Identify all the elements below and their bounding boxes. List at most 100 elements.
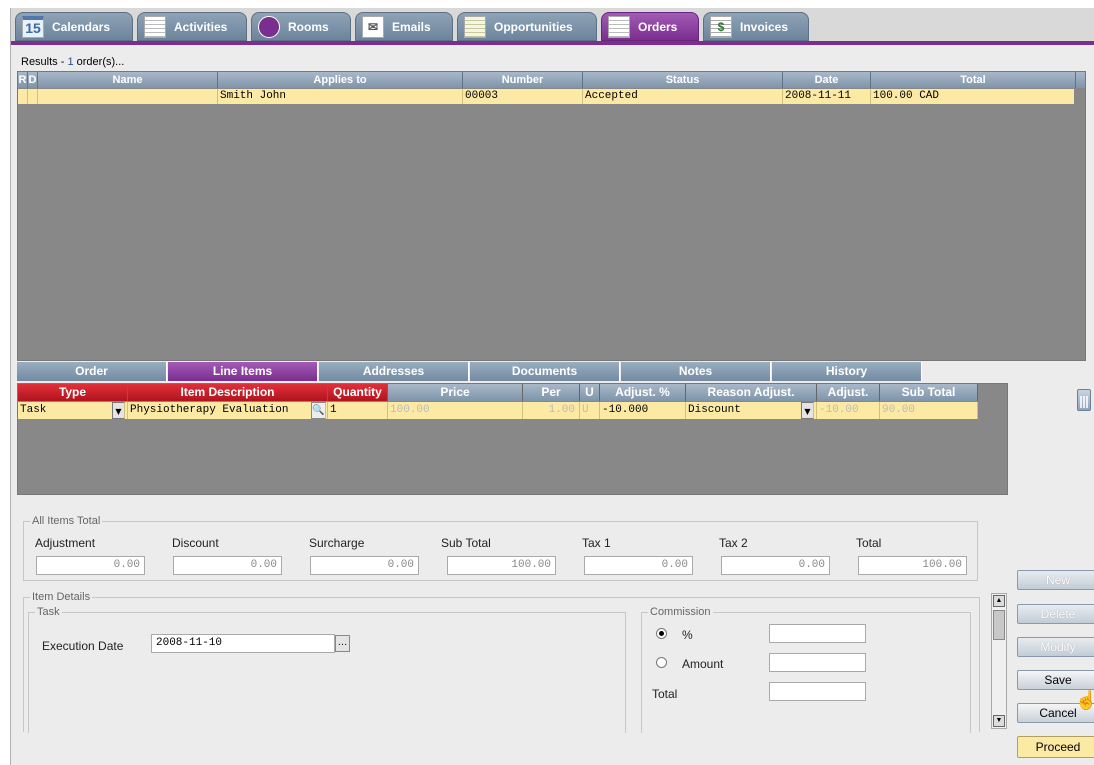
col-u[interactable]: U bbox=[580, 384, 600, 401]
tab-emails[interactable]: ✉ Emails bbox=[355, 12, 453, 41]
col-d[interactable]: D bbox=[28, 72, 38, 88]
sub-total-field: 100.00 bbox=[447, 556, 556, 575]
results-suffix: order(s)... bbox=[76, 56, 125, 68]
proceed-button[interactable]: Proceed bbox=[1017, 736, 1094, 758]
tab-documents[interactable]: Documents bbox=[470, 362, 620, 381]
col-per[interactable]: Per bbox=[523, 384, 580, 401]
cell-name bbox=[38, 89, 218, 104]
col-total[interactable]: Total bbox=[871, 72, 1076, 88]
tab-notes[interactable]: Notes bbox=[621, 362, 771, 381]
task-legend: Task bbox=[35, 606, 62, 618]
col-date[interactable]: Date bbox=[783, 72, 871, 88]
tab-label: Opportunities bbox=[494, 19, 573, 34]
app-window: 15 Calendars Activities Rooms ✉ Emails O… bbox=[10, 8, 1094, 765]
tax1-field: 0.00 bbox=[584, 556, 693, 575]
col-number[interactable]: Number bbox=[463, 72, 583, 88]
cell-total: 100.00 CAD bbox=[871, 89, 1076, 104]
cell-sub-total: 90.00 bbox=[880, 402, 978, 419]
discount-label: Discount bbox=[172, 536, 219, 550]
execution-date-field[interactable]: 2008-11-10 bbox=[151, 634, 335, 653]
cell-r bbox=[18, 89, 28, 104]
item-details-scrollbar[interactable]: ▲ ▼ bbox=[991, 593, 1007, 729]
tab-orders[interactable]: Orders bbox=[601, 12, 699, 41]
tab-invoices[interactable]: $ Invoices bbox=[703, 12, 809, 41]
item-details-group: Item Details Task Execution Date 2008-11… bbox=[23, 591, 980, 733]
item-details-legend: Item Details bbox=[30, 591, 93, 603]
col-quantity[interactable]: Quantity bbox=[328, 384, 388, 401]
date-picker-button[interactable]: … bbox=[335, 635, 350, 652]
modify-button[interactable]: Modify bbox=[1017, 637, 1094, 657]
activities-icon bbox=[144, 15, 166, 38]
save-button[interactable]: Save bbox=[1017, 670, 1094, 690]
commission-percent-radio[interactable] bbox=[656, 628, 667, 639]
tab-order[interactable]: Order bbox=[17, 362, 167, 381]
cell-applies-to: Smith John bbox=[218, 89, 463, 104]
cell-reason-adjust[interactable]: Discount bbox=[686, 402, 817, 419]
tab-label: Orders bbox=[638, 19, 678, 34]
table-row[interactable]: Task ▼ Physiotherapy Evaluation 🔍 1 100.… bbox=[18, 402, 978, 419]
tab-label: Activities bbox=[174, 19, 228, 34]
col-price[interactable]: Price bbox=[388, 384, 523, 401]
commission-amount-field[interactable] bbox=[769, 653, 866, 672]
tab-history[interactable]: History bbox=[772, 362, 922, 381]
results-prefix: Results - bbox=[21, 56, 65, 68]
total-label: Total bbox=[856, 536, 882, 550]
line-items-table: Type Item Description Quantity Price Per… bbox=[17, 383, 1008, 495]
adjustment-field: 0.00 bbox=[36, 556, 145, 575]
cell-date: 2008-11-11 bbox=[783, 89, 871, 104]
col-adjust-pct[interactable]: Adjust. % bbox=[600, 384, 686, 401]
tab-calendars[interactable]: 15 Calendars bbox=[15, 12, 133, 41]
scroll-up-arrow[interactable]: ▲ bbox=[993, 595, 1005, 607]
tab-label: Invoices bbox=[740, 19, 789, 34]
col-status[interactable]: Status bbox=[583, 72, 783, 88]
reason-dropdown-button[interactable]: ▼ bbox=[801, 402, 814, 419]
col-adjust[interactable]: Adjust. bbox=[817, 384, 880, 401]
email-icon: ✉ bbox=[362, 15, 384, 38]
col-name[interactable]: Name bbox=[38, 72, 218, 88]
orders-table-header: R D Name Applies to Number Status Date T… bbox=[18, 72, 1085, 88]
scroll-thumb[interactable] bbox=[993, 610, 1005, 640]
table-row[interactable]: Smith John 00003 Accepted 2008-11-11 100… bbox=[18, 89, 1076, 104]
col-r[interactable]: R bbox=[18, 72, 28, 88]
calculator-icon[interactable] bbox=[1077, 389, 1091, 411]
results-count: Results - 1 order(s)... bbox=[21, 56, 124, 68]
orders-table: R D Name Applies to Number Status Date T… bbox=[17, 71, 1086, 361]
commission-percent-field[interactable] bbox=[769, 624, 866, 643]
col-reason-adjust[interactable]: Reason Adjust. bbox=[686, 384, 817, 401]
commission-total-label: Total bbox=[652, 687, 678, 701]
discount-field: 0.00 bbox=[173, 556, 282, 575]
col-sub-total[interactable]: Sub Total bbox=[880, 384, 978, 401]
results-number: 1 bbox=[67, 56, 74, 68]
cell-d bbox=[28, 89, 38, 104]
col-item-description[interactable]: Item Description bbox=[128, 384, 328, 401]
cell-per: 1.00 bbox=[523, 402, 580, 419]
cell-quantity[interactable]: 1 bbox=[328, 402, 388, 419]
commission-total-field[interactable] bbox=[769, 682, 866, 701]
new-button[interactable]: New bbox=[1017, 570, 1094, 590]
tab-activities[interactable]: Activities bbox=[137, 12, 247, 41]
tax1-label: Tax 1 bbox=[582, 536, 611, 550]
percent-label: % bbox=[682, 628, 693, 642]
commission-amount-radio[interactable] bbox=[656, 657, 667, 668]
search-icon[interactable]: 🔍 bbox=[311, 402, 326, 419]
invoices-icon: $ bbox=[710, 15, 732, 38]
tab-line-items[interactable]: Line Items bbox=[168, 362, 318, 381]
calendar-icon: 15 bbox=[22, 15, 44, 38]
col-type[interactable]: Type bbox=[18, 384, 128, 401]
tab-rooms[interactable]: Rooms bbox=[251, 12, 351, 41]
tab-opportunities[interactable]: Opportunities bbox=[457, 12, 597, 41]
scroll-down-arrow[interactable]: ▼ bbox=[993, 715, 1005, 727]
cell-adjust-pct[interactable]: -10.000 bbox=[600, 402, 686, 419]
type-dropdown-button[interactable]: ▼ bbox=[112, 402, 125, 419]
col-applies-to[interactable]: Applies to bbox=[218, 72, 463, 88]
delete-button[interactable]: Delete bbox=[1017, 604, 1094, 624]
adjustment-label: Adjustment bbox=[35, 536, 96, 550]
amount-label: Amount bbox=[682, 657, 724, 671]
cell-item-description[interactable]: Physiotherapy Evaluation bbox=[128, 402, 328, 419]
orders-scrollbar[interactable] bbox=[1074, 88, 1085, 360]
surcharge-field: 0.00 bbox=[310, 556, 419, 575]
rooms-icon bbox=[258, 15, 280, 38]
total-field: 100.00 bbox=[858, 556, 967, 575]
tab-addresses[interactable]: Addresses bbox=[319, 362, 469, 381]
line-items-header: Type Item Description Quantity Price Per… bbox=[18, 384, 1007, 401]
